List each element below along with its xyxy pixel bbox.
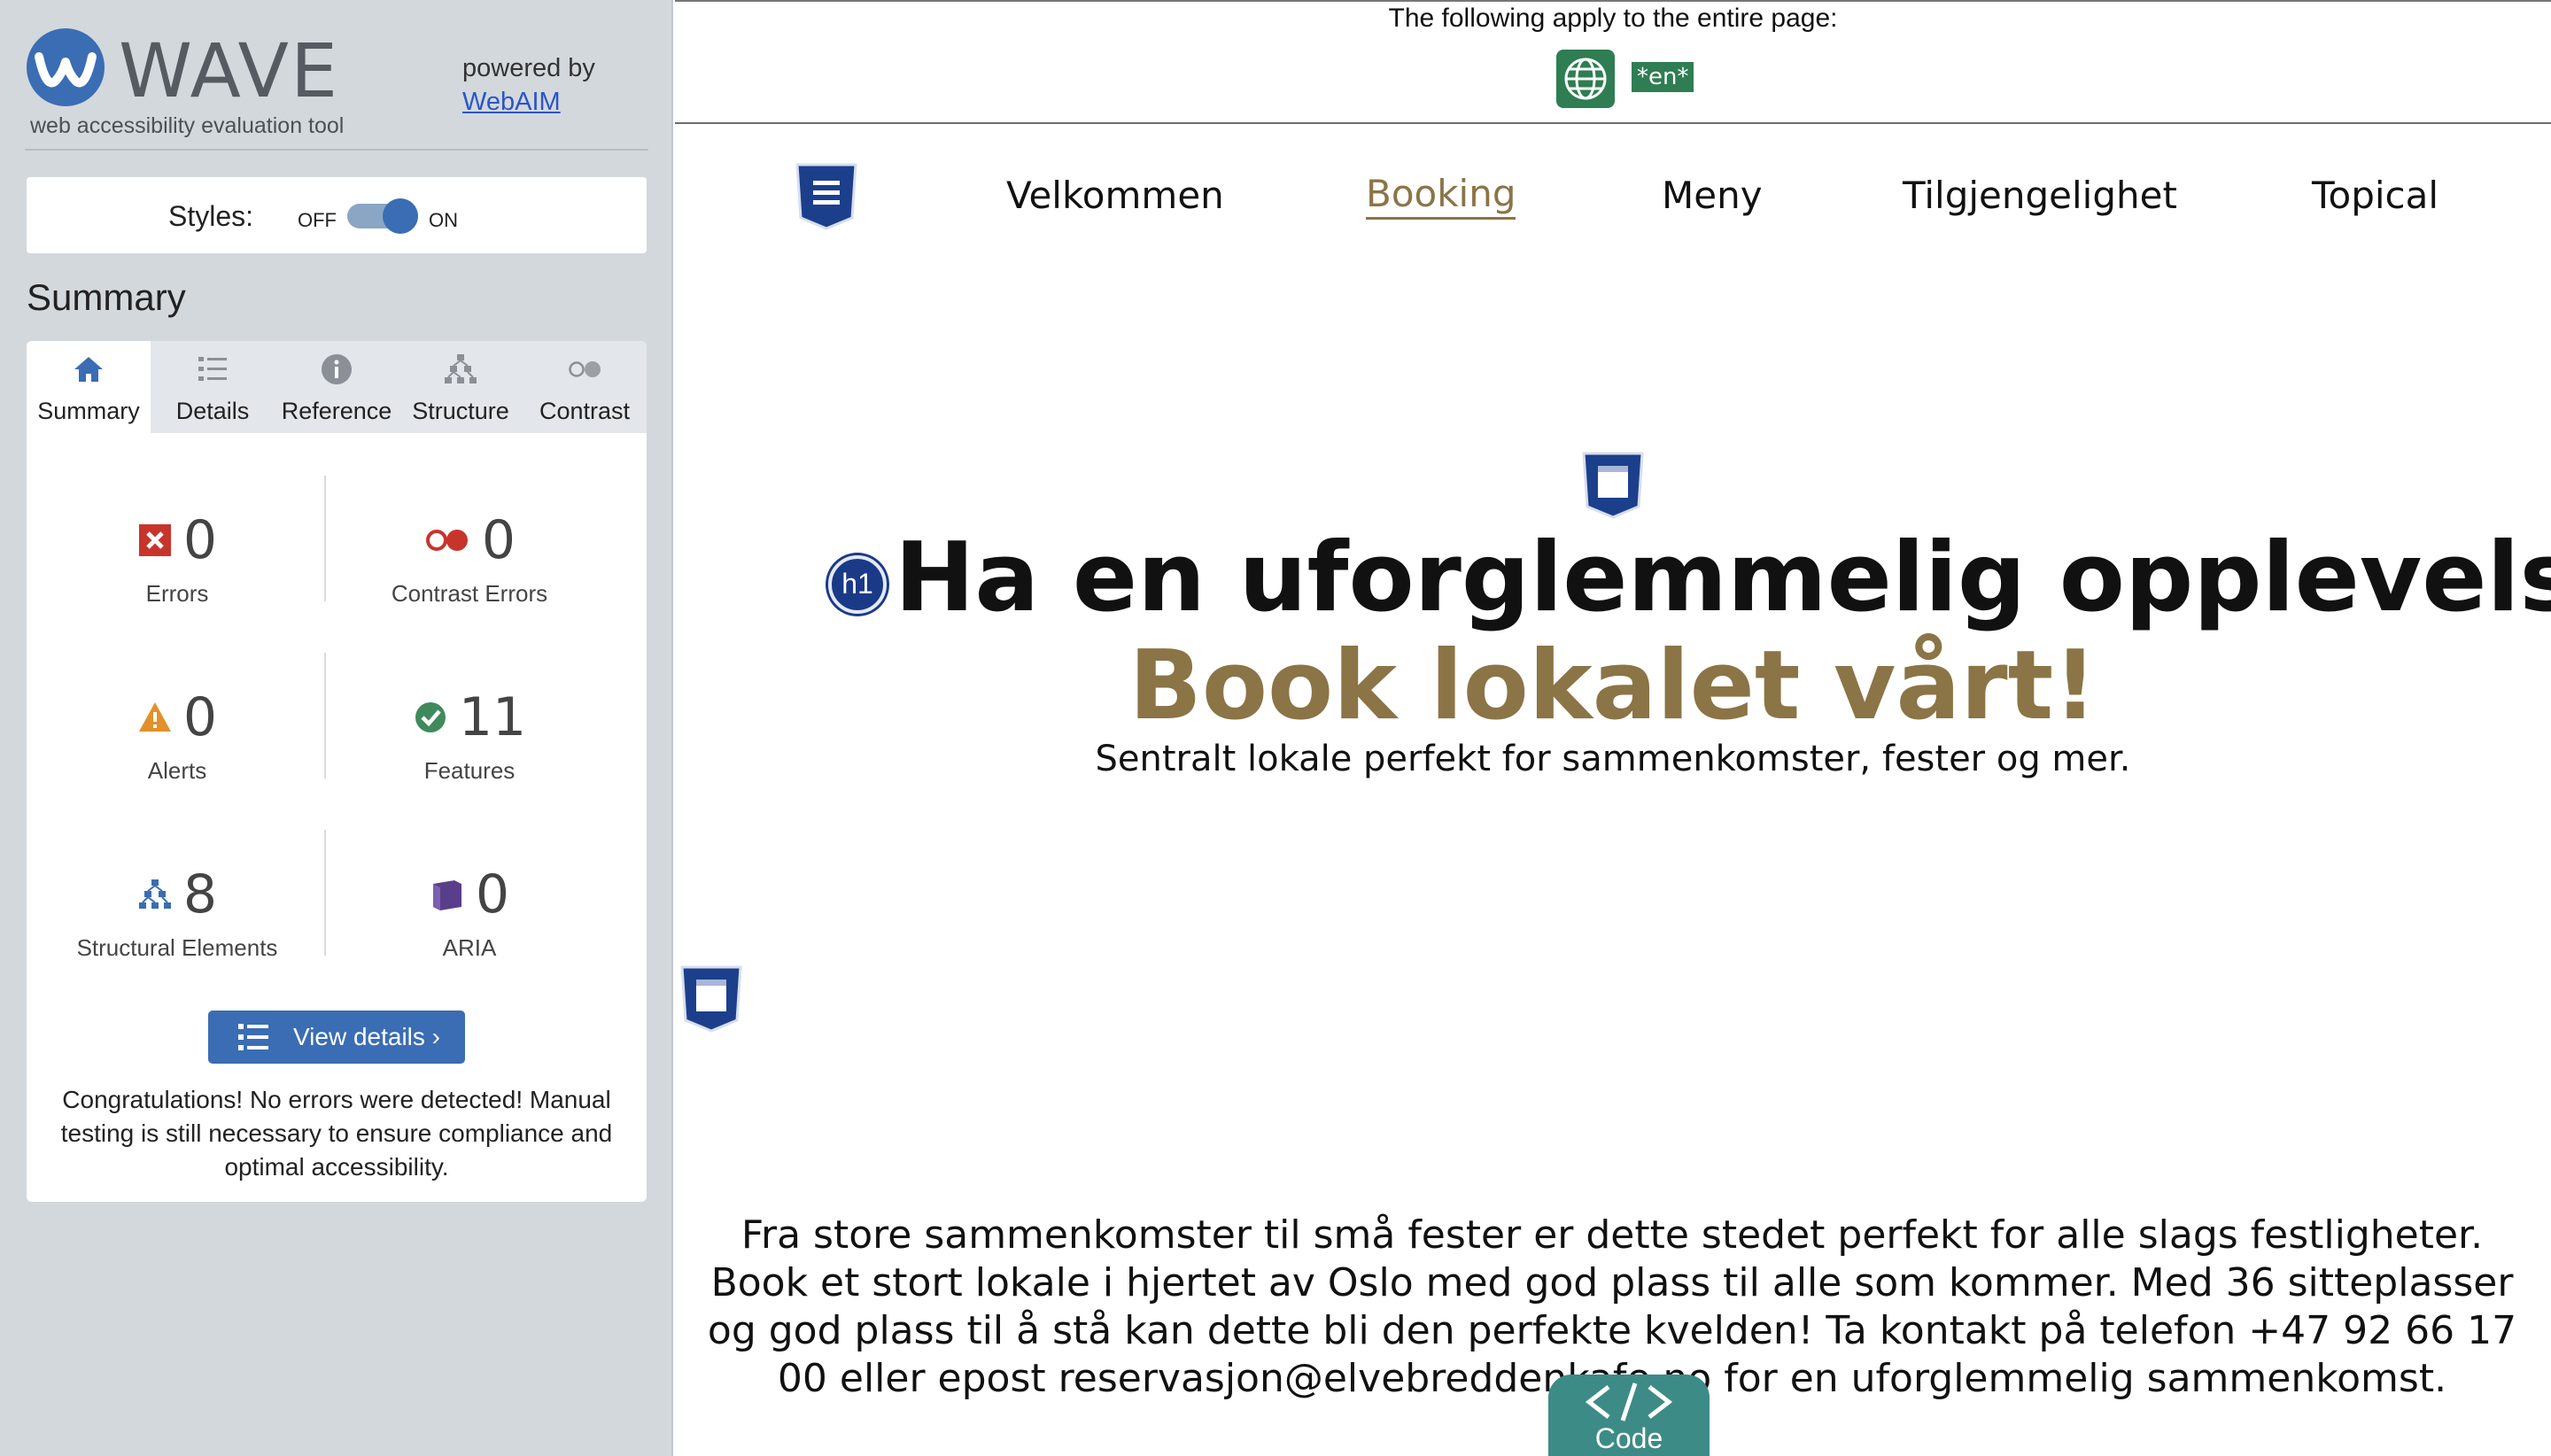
tab-structure[interactable]: Structure — [399, 341, 523, 433]
nav-velkommen[interactable]: Velkommen — [1006, 174, 1224, 217]
contrast-errors-count: 0 — [481, 509, 516, 571]
structure-icon — [138, 879, 171, 909]
features-stat[interactable]: 11 Features — [328, 686, 611, 785]
features-label: Features — [423, 757, 516, 784]
hero-lead: Sentralt lokale perfekt for sammenkomste… — [1095, 739, 2131, 779]
contrast-errors-stat[interactable]: 0 Contrast Errors — [328, 509, 611, 608]
alert-icon — [138, 702, 171, 732]
h1-indicator-icon[interactable]: h1 — [828, 555, 887, 614]
alerts-count: 0 — [182, 686, 218, 748]
divider — [324, 653, 326, 778]
code-toggle-button[interactable]: Code — [1548, 1375, 1710, 1456]
site-nav: Velkommen Booking Meny Tilgjengelighet T… — [675, 126, 2551, 267]
tab-summary-label: Summary — [37, 398, 140, 424]
errors-stat[interactable]: 0 Errors — [35, 509, 319, 608]
feature-check-icon — [415, 702, 446, 732]
tab-contrast[interactable]: Contrast — [523, 341, 647, 433]
nav-meny[interactable]: Meny — [1662, 174, 1763, 217]
summary-heading: Summary — [27, 276, 186, 318]
divider — [324, 476, 326, 601]
language-globe-icon[interactable] — [1556, 50, 1615, 108]
errors-count: 0 — [182, 509, 218, 571]
styles-off-label: OFF — [298, 209, 337, 231]
info-icon — [322, 354, 352, 384]
wave-name: WAVE — [119, 27, 340, 114]
body-line: Book et stort lokale i hjertet av Oslo m… — [710, 1260, 2514, 1305]
structural-label: Structural Elements — [76, 934, 278, 961]
wave-sidebar: WAVE web accessibility evaluation tool p… — [0, 0, 673, 1456]
webaim-link[interactable]: WebAIM — [462, 85, 595, 119]
wave-tagline: web accessibility evaluation tool — [30, 113, 345, 138]
error-icon — [138, 524, 171, 556]
region-landmark-icon[interactable] — [1580, 450, 1646, 519]
nav-topical[interactable]: Topical — [2312, 174, 2439, 217]
aria-label: ARIA — [442, 934, 497, 961]
hero-subtitle: Book lokalet vårt! — [1128, 631, 2097, 741]
home-icon — [74, 357, 103, 382]
features-count: 11 — [458, 686, 527, 748]
contrast-errors-label: Contrast Errors — [391, 580, 548, 607]
structural-stat[interactable]: 8 Structural Elements — [35, 864, 319, 962]
tab-structure-label: Structure — [412, 398, 509, 424]
page-notice-bar: The following apply to the entire page: … — [675, 0, 2551, 124]
styles-label: Styles: — [168, 200, 254, 232]
wave-logo-icon — [27, 28, 105, 106]
styles-on-label: ON — [429, 209, 458, 231]
tab-contrast-label: Contrast — [539, 398, 631, 424]
styles-toggle[interactable] — [347, 198, 418, 234]
code-label: Code — [1594, 1422, 1663, 1454]
styles-toggle-box: Styles: OFF ON — [27, 177, 647, 253]
powered-by: powered by WebAIM — [462, 51, 595, 119]
alerts-label: Alerts — [147, 757, 207, 784]
tab-summary[interactable]: Summary — [27, 341, 151, 433]
congrats-message: Congratulations! No errors were detected… — [60, 1086, 613, 1181]
code-icon — [1585, 1382, 1673, 1421]
divider — [324, 830, 326, 956]
tab-reference[interactable]: Reference — [275, 341, 399, 433]
structural-count: 8 — [182, 864, 218, 925]
toggle-knob — [383, 198, 418, 234]
powered-by-text: powered by — [462, 54, 595, 82]
nav-booking[interactable]: Booking — [1366, 172, 1516, 220]
alerts-stat[interactable]: 0 Alerts — [35, 686, 319, 785]
hierarchy-icon — [445, 354, 477, 383]
view-details-button[interactable]: View details › — [208, 1011, 465, 1064]
contrast-icon — [569, 361, 601, 377]
errors-label: Errors — [145, 580, 209, 607]
region-landmark-icon[interactable] — [678, 964, 744, 1033]
tab-details-label: Details — [175, 398, 250, 424]
list-icon — [238, 1024, 268, 1050]
nav-tilgjengelighet[interactable]: Tilgjengelighet — [1903, 174, 2177, 217]
summary-panel: Summary Details Reference Structure Cont… — [27, 341, 647, 1202]
view-details-label: View details › — [293, 1023, 441, 1050]
tab-details[interactable]: Details — [151, 341, 275, 433]
contrast-error-icon — [425, 530, 468, 551]
list-icon — [198, 357, 227, 381]
language-en-badge[interactable]: *en* — [1632, 62, 1694, 92]
hero-title: Ha en uforglemmelig opplevelse. — [895, 523, 2551, 633]
tab-reference-label: Reference — [281, 398, 392, 424]
aria-stat[interactable]: 0 ARIA — [328, 864, 611, 962]
tab-bar: Summary Details Reference Structure Cont… — [27, 341, 647, 433]
wave-header: WAVE web accessibility evaluation tool p… — [25, 25, 648, 151]
body-line: Fra store sammenkomster til små fester e… — [740, 1212, 2484, 1258]
aria-count: 0 — [475, 864, 510, 925]
page-notice-text: The following apply to the entire page: — [1388, 4, 1838, 33]
aria-icon — [432, 880, 461, 910]
body-line: og god plass til å stå kan dette bli den… — [707, 1308, 2517, 1353]
